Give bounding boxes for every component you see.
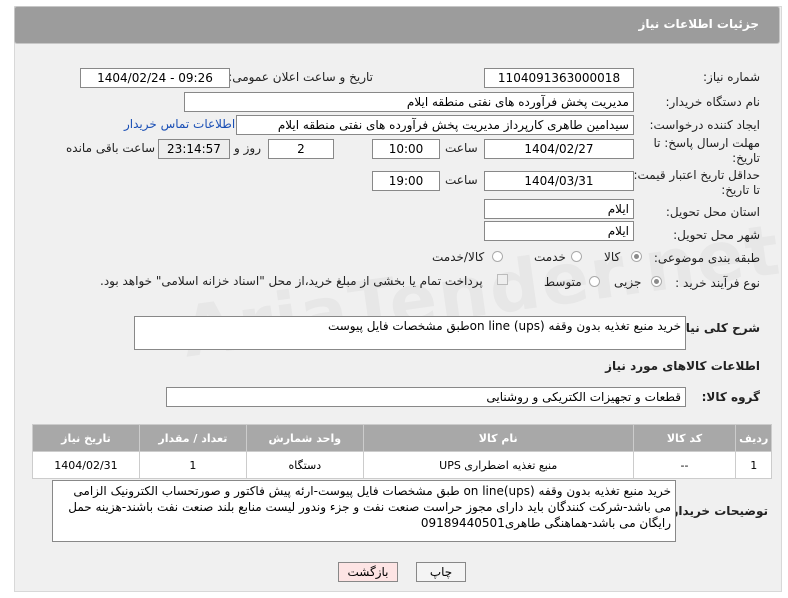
- price-validity-time-label: ساعت: [445, 173, 478, 187]
- cell-row-number: 1: [735, 451, 772, 479]
- deadline-label-2: تاریخ:: [732, 151, 760, 165]
- city-label: شهر محل تحویل:: [673, 228, 760, 242]
- cell-need-date: 1404/02/31: [32, 451, 140, 479]
- announce-datetime-label: تاریخ و ساعت اعلان عمومی:: [228, 70, 373, 84]
- purchase-option-medium: متوسط: [544, 275, 582, 289]
- price-validity-date-field: 1404/03/31: [484, 171, 634, 191]
- col-item-code: کد کالا: [632, 424, 737, 452]
- city-field: ایلام: [484, 221, 634, 241]
- category-label: طبقه بندی موضوعی:: [653, 251, 760, 265]
- table-row: 1 -- منبع تغذیه اضطراری UPS دستگاه 1 140…: [32, 451, 772, 479]
- buyer-org-field: مدیریت پخش فرآورده های نفتی منطقه ایلام: [184, 92, 634, 112]
- deadline-time-label: ساعت: [445, 141, 478, 155]
- category-radio-service[interactable]: [571, 251, 582, 262]
- category-option-service: خدمت: [534, 250, 566, 264]
- summary-label: شرح کلی نیاز:: [674, 321, 760, 335]
- buyer-notes-label: توضیحات خریدار:: [666, 504, 768, 518]
- purchase-option-minor: جزیی: [614, 275, 642, 289]
- print-button[interactable]: چاپ: [416, 562, 466, 582]
- category-radio-both[interactable]: [492, 251, 503, 262]
- deadline-label: مهلت ارسال پاسخ: تا: [653, 136, 760, 150]
- col-need-date: تاریخ نیاز: [32, 424, 140, 452]
- summary-field: خرید منبع تغذیه بدون وقفه on line (ups)ط…: [134, 316, 686, 350]
- treasury-checkbox[interactable]: [497, 274, 508, 285]
- days-field: 2: [268, 139, 334, 159]
- category-radio-goods[interactable]: [631, 251, 642, 262]
- col-unit: واحد شمارش: [245, 424, 364, 452]
- table-header-row: ردیف کد کالا نام کالا واحد شمارش تعداد /…: [32, 424, 772, 452]
- buyer-org-label: نام دستگاه خریدار:: [665, 95, 761, 109]
- buyer-notes-field: خرید منبع تغذیه بدون وقفه on line(ups) ط…: [52, 480, 676, 542]
- price-validity-time-field: 19:00: [372, 171, 440, 191]
- purchase-radio-minor[interactable]: [651, 276, 662, 287]
- price-validity-label: حداقل تاریخ اعتبار قیمت:: [633, 168, 760, 182]
- buyer-contact-link[interactable]: اطلاعات تماس خریدار: [124, 117, 235, 131]
- need-number-field: 1104091363000018: [484, 68, 634, 88]
- category-option-goods: کالا: [604, 250, 621, 264]
- deadline-date-field: 1404/02/27: [484, 139, 634, 159]
- goods-table: ردیف کد کالا نام کالا واحد شمارش تعداد /…: [32, 424, 772, 479]
- page-title: جزئیات اطلاعات نیاز: [638, 17, 759, 31]
- cell-item-name: منبع تغذیه اضطراری UPS: [362, 451, 634, 479]
- requester-label: ایجاد کننده درخواست:: [649, 118, 760, 132]
- payment-note: پرداخت تمام یا بخشی از مبلغ خرید،از محل …: [100, 274, 483, 288]
- col-quantity: تعداد / مقدار: [138, 424, 247, 452]
- page-header: جزئیات اطلاعات نیاز: [14, 6, 780, 44]
- province-field: ایلام: [484, 199, 634, 219]
- need-number-label: شماره نیاز:: [703, 70, 760, 84]
- category-option-both: کالا/خدمت: [432, 250, 485, 264]
- goods-section-title: اطلاعات کالاهای مورد نیاز: [605, 359, 760, 373]
- remaining-label: ساعت باقی مانده: [66, 141, 156, 155]
- cell-item-code: --: [632, 451, 737, 479]
- requester-field: سیدامین طاهری کارپرداز مدیریت پخش فرآورد…: [236, 115, 634, 135]
- announce-datetime-field: 1404/02/24 - 09:26: [80, 68, 230, 88]
- remaining-time-field: 23:14:57: [158, 139, 230, 159]
- purchase-radio-medium[interactable]: [589, 276, 600, 287]
- col-item-name: نام کالا: [362, 424, 634, 452]
- goods-group-label: گروه کالا:: [701, 390, 760, 404]
- goods-group-field: قطعات و تجهیزات الکتریکی و روشنایی: [166, 387, 686, 407]
- cell-unit: دستگاه: [245, 451, 364, 479]
- province-label: استان محل تحویل:: [665, 205, 760, 219]
- price-validity-label-2: تا تاریخ:: [721, 183, 760, 197]
- col-row-number: ردیف: [735, 424, 772, 452]
- back-button[interactable]: بازگشت: [338, 562, 398, 582]
- deadline-time-field: 10:00: [372, 139, 440, 159]
- purchase-type-label: نوع فرآیند خرید :: [675, 276, 760, 290]
- cell-quantity: 1: [138, 451, 247, 479]
- days-label: روز و: [234, 141, 261, 155]
